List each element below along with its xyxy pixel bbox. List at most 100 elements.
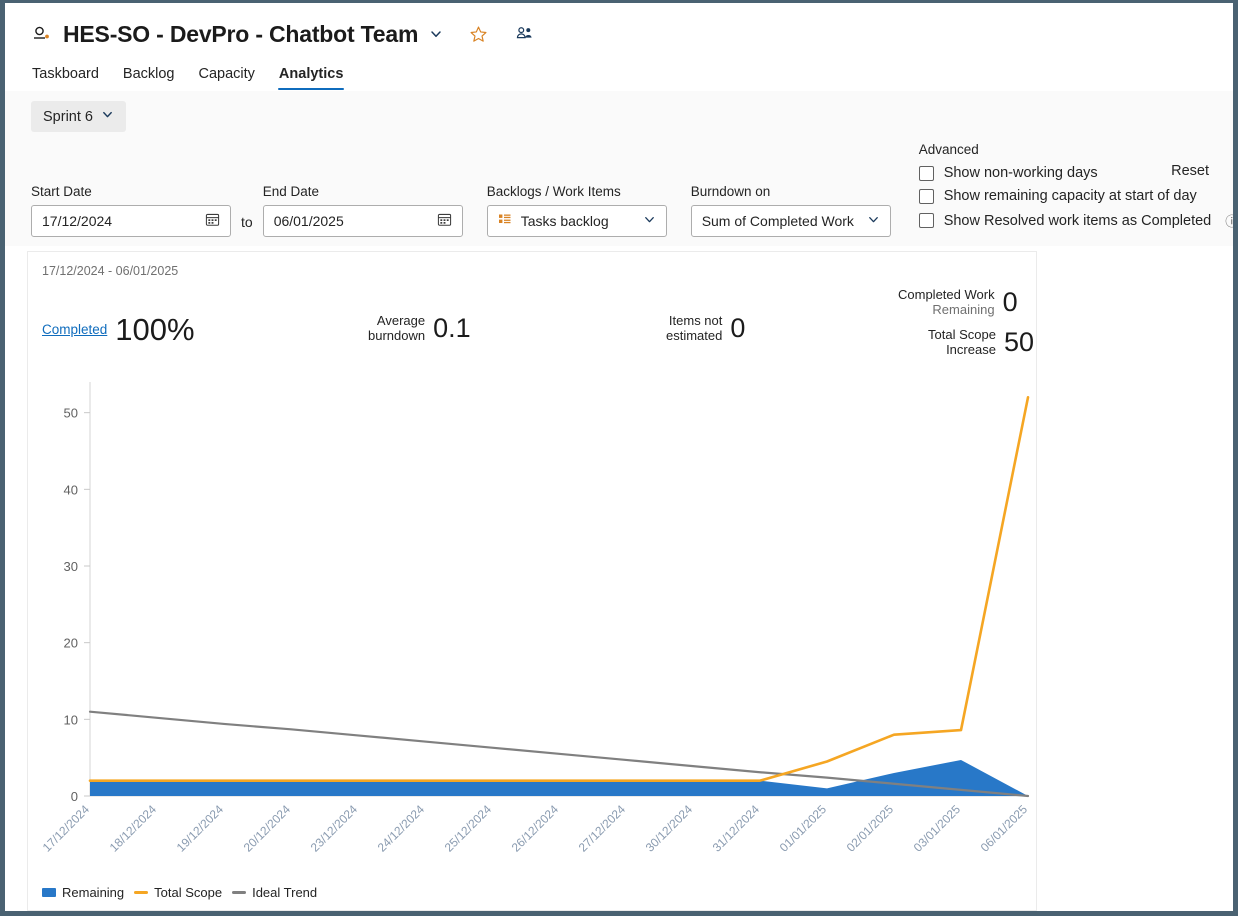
burndown-plot: 0 10 20 30 40 50 17/12/2024 18/12/2024 19/12/202… (28, 372, 1038, 911)
start-date-value: 17/12/2024 (42, 213, 113, 229)
completed-value: 100% (115, 312, 195, 347)
advanced-options: Advanced Show non-working days Show rema… (918, 142, 1233, 237)
legend-item-remaining: Remaining (42, 885, 124, 900)
svg-text:20/12/2024: 20/12/2024 (241, 802, 294, 855)
backlog-value: Tasks backlog (520, 213, 609, 229)
tab-bar: Taskboard Backlog Capacity Analytics (31, 63, 1233, 90)
burndown-value: Sum of Completed Work (701, 213, 854, 229)
tab-analytics[interactable]: Analytics (277, 63, 345, 90)
kpi-total-scope-increase: Total Scope Increase 50 (928, 327, 1034, 358)
checkbox-box[interactable] (918, 165, 934, 181)
checkbox-show-remaining-capacity[interactable]: Show remaining capacity at start of day (918, 188, 1233, 204)
end-date-input[interactable]: 06/01/2025 (262, 205, 463, 237)
kpi-items-not-estimated: Items not estimated 0 (666, 313, 746, 344)
svg-text:27/12/2024: 27/12/2024 (576, 802, 629, 855)
team-members-icon[interactable] (512, 22, 536, 46)
kpi-label-line1: Items not (668, 313, 723, 328)
chevron-down-icon[interactable] (428, 22, 444, 46)
backlog-field: Backlogs / Work Items Tasks backlog (486, 184, 667, 237)
calendar-icon[interactable] (205, 212, 220, 230)
chevron-down-icon (867, 213, 880, 229)
svg-text:20: 20 (64, 636, 78, 651)
average-burndown-value: 0.1 (433, 313, 471, 344)
backlog-label: Backlogs / Work Items (486, 184, 621, 199)
tab-capacity[interactable]: Capacity (198, 63, 256, 90)
completed-link[interactable]: Completed (42, 322, 107, 337)
start-date-field: Start Date 17/12/2024 (31, 184, 231, 237)
backlog-grid-icon (498, 213, 512, 230)
legend-label: Remaining (62, 885, 125, 900)
chart-svg: 0 10 20 30 40 50 17/12/2024 18/12/2024 19/12/202… (40, 382, 1031, 855)
checkbox-label: Show Resolved work items as Completed (943, 212, 1212, 229)
page-header: HES-SO - DevPro - Chatbot Team Taskboard… (5, 3, 1233, 90)
svg-text:23/12/2024: 23/12/2024 (308, 802, 361, 855)
kpi-average-burndown: Average burndown 0.1 (368, 313, 471, 344)
title-row: HES-SO - DevPro - Chatbot Team (31, 17, 1233, 51)
completed-work-remaining-value: 0 (1002, 287, 1018, 318)
kpi-label-line2: Remaining (932, 301, 995, 317)
reset-button[interactable]: Reset (1171, 163, 1209, 179)
info-icon[interactable]: ⓘ (1225, 211, 1233, 230)
end-date-value: 06/01/2025 (273, 213, 344, 229)
filter-controls: Start Date 17/12/2024 to End Date 06/01/… (5, 142, 1233, 237)
burndown-label: Burndown on (690, 184, 771, 199)
start-date-input[interactable]: 17/12/2024 (31, 205, 231, 237)
checkbox-show-resolved-as-completed[interactable]: Show Resolved work items as Completed ⓘ (918, 211, 1233, 230)
kpi-label-line2: Increase (946, 341, 996, 357)
chevron-down-icon (101, 108, 114, 125)
burndown-select[interactable]: Sum of Completed Work (690, 205, 891, 237)
legend-label: Total Scope (154, 885, 223, 900)
page-title: HES-SO - DevPro - Chatbot Team (63, 20, 419, 47)
svg-text:50: 50 (64, 406, 78, 421)
start-date-label: Start Date (31, 184, 92, 199)
chart-legend: Remaining Total Scope Ideal Trend (42, 885, 317, 900)
advanced-label: Advanced (918, 142, 979, 157)
checkbox-box[interactable] (918, 188, 934, 204)
legend-swatch-remaining (42, 888, 56, 897)
legend-label: Ideal Trend (252, 885, 318, 900)
tab-taskboard[interactable]: Taskboard (31, 63, 100, 90)
kpi-label-group: Average burndown (368, 313, 426, 344)
svg-text:10: 10 (64, 712, 78, 727)
svg-text:19/12/2024: 19/12/2024 (174, 802, 227, 855)
end-date-field: End Date 06/01/2025 (262, 184, 463, 237)
star-icon[interactable] (466, 22, 490, 46)
svg-text:01/01/2025: 01/01/2025 (777, 802, 830, 855)
svg-text:30: 30 (64, 559, 78, 574)
calendar-icon[interactable] (437, 212, 452, 230)
tab-backlog[interactable]: Backlog (122, 63, 176, 90)
legend-item-ideal-trend: Ideal Trend (232, 885, 317, 900)
kpi-label-line1: Completed Work (898, 287, 995, 302)
kpi-label-line2: estimated (666, 327, 723, 343)
kpi-completed: Completed 100% (42, 314, 195, 345)
kpi-label-group: Total Scope Increase (928, 327, 996, 358)
svg-text:26/12/2024: 26/12/2024 (509, 802, 562, 855)
kpi-row: Completed 100% Average burndown 0.1 Item… (28, 287, 1036, 370)
svg-text:03/01/2025: 03/01/2025 (911, 802, 964, 855)
legend-swatch-ideal-trend (232, 891, 247, 894)
checkbox-box[interactable] (918, 213, 934, 228)
legend-item-total-scope: Total Scope (134, 885, 222, 900)
kpi-label-line2: burndown (368, 327, 426, 343)
legend-swatch-total-scope (134, 891, 149, 894)
svg-text:25/12/2024: 25/12/2024 (442, 802, 495, 855)
kpi-label-group: Items not estimated (666, 313, 723, 344)
end-date-label: End Date (262, 184, 319, 199)
svg-text:24/12/2024: 24/12/2024 (375, 802, 428, 855)
app-content: HES-SO - DevPro - Chatbot Team Taskboard… (5, 3, 1233, 911)
burndown-chart-card: 17/12/2024 - 06/01/2025 Completed 100% A… (27, 251, 1037, 911)
total-scope-increase-value: 50 (1003, 327, 1034, 358)
backlog-select[interactable]: Tasks backlog (486, 205, 667, 237)
kpi-label-line1: Total Scope (928, 327, 996, 342)
svg-text:0: 0 (71, 789, 78, 804)
sprint-selector[interactable]: Sprint 6 (31, 101, 126, 132)
kpi-label-group: Completed Work Remaining (898, 287, 995, 318)
svg-text:18/12/2024: 18/12/2024 (107, 802, 160, 855)
to-separator: to (241, 214, 253, 230)
svg-text:31/12/2024: 31/12/2024 (710, 802, 763, 855)
svg-text:17/12/2024: 17/12/2024 (40, 802, 93, 855)
items-not-estimated-value: 0 (730, 313, 746, 344)
svg-text:06/01/2025: 06/01/2025 (978, 802, 1031, 855)
kpi-completed-work-remaining: Completed Work Remaining 0 (898, 287, 1018, 318)
team-icon (31, 23, 53, 45)
